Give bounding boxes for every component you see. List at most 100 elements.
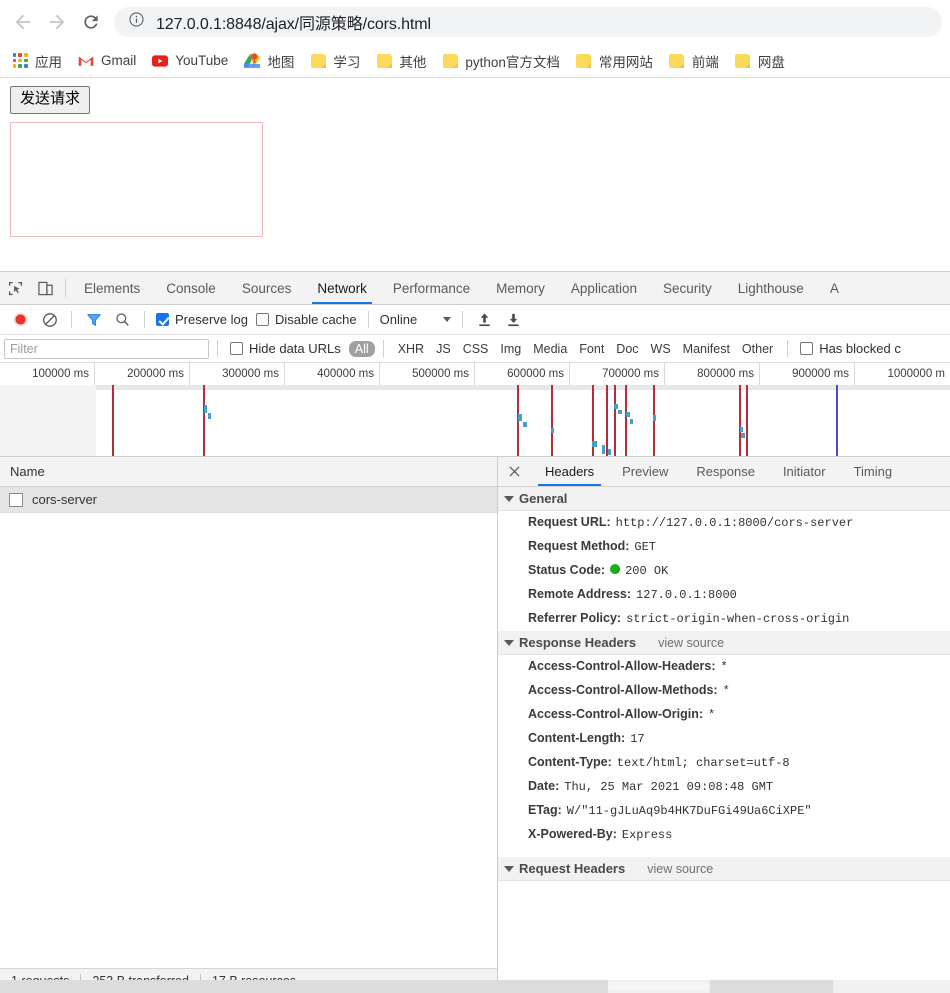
type-filter-other[interactable]: Other (736, 341, 779, 357)
request-block (523, 422, 527, 427)
request-list-pane: Name cors-server 1 requests 253 B transf… (0, 457, 498, 993)
type-filter-xhr[interactable]: XHR (392, 341, 430, 357)
table-row[interactable]: cors-server (0, 487, 497, 513)
tab-sources[interactable]: Sources (229, 272, 305, 304)
header-key: ETag: (528, 803, 562, 817)
reload-button[interactable] (74, 5, 108, 39)
checkbox-box (255, 313, 269, 326)
header-row: Date: Thu, 25 Mar 2021 09:08:48 GMT (498, 775, 950, 799)
navigation-toolbar: 127.0.0.1:8848/ajax/同源策略/cors.html (0, 0, 950, 44)
request-block (208, 413, 211, 419)
type-filter-font[interactable]: Font (573, 341, 610, 357)
preserve-log-checkbox[interactable]: Preserve log (152, 312, 252, 327)
search-icon (116, 313, 129, 326)
tab-console[interactable]: Console (153, 272, 229, 304)
type-filter-ws[interactable]: WS (645, 341, 677, 357)
throttling-select[interactable]: Online (376, 312, 456, 327)
header-value: 17 (630, 732, 645, 746)
bookmark-folder-wangpan[interactable]: 网盘 (727, 47, 793, 75)
tab-elements[interactable]: Elements (71, 272, 153, 304)
status-ok-dot-icon (610, 564, 621, 574)
record-button[interactable] (6, 307, 35, 333)
filter-button[interactable] (79, 307, 108, 333)
type-filter-media[interactable]: Media (527, 341, 573, 357)
header-key: Content-Type: (528, 755, 612, 769)
view-source-link[interactable]: view source (647, 862, 713, 876)
details-tab-headers[interactable]: Headers (531, 457, 608, 486)
details-tab-preview[interactable]: Preview (608, 457, 682, 486)
network-overview-timeline[interactable]: 100000 ms 200000 ms 300000 ms 400000 ms … (0, 363, 950, 457)
request-block (551, 428, 554, 433)
header-value[interactable]: http://127.0.0.1:8000/cors-server (616, 515, 854, 532)
tab-label: Initiator (782, 464, 826, 479)
scrollbar-thumb[interactable] (608, 982, 710, 991)
header-value: text/html; charset=utf-8 (616, 756, 790, 770)
chevron-down-icon (443, 317, 452, 322)
tab-label: Response (696, 464, 755, 479)
bookmark-youtube[interactable]: YouTube (144, 47, 236, 75)
bookmark-apps[interactable]: 应用 (4, 47, 70, 75)
type-filter-css[interactable]: CSS (457, 341, 495, 357)
section-header-general[interactable]: General (498, 487, 950, 511)
address-bar[interactable]: 127.0.0.1:8848/ajax/同源策略/cors.html (114, 7, 942, 37)
bookmark-folder-python-docs[interactable]: python官方文档 (434, 47, 568, 75)
tab-memory[interactable]: Memory (483, 272, 558, 304)
timeline-event-line (606, 385, 608, 456)
section-header-request-headers[interactable]: Request Headers view source (498, 857, 950, 881)
forward-button[interactable] (40, 5, 74, 39)
inspect-element-button[interactable] (0, 272, 30, 304)
details-tab-response[interactable]: Response (682, 457, 769, 486)
header-value: 127.0.0.1:8000 (636, 588, 737, 602)
details-tab-timing[interactable]: Timing (840, 457, 907, 486)
type-filter-manifest[interactable]: Manifest (677, 341, 736, 357)
back-button[interactable] (6, 5, 40, 39)
horizontal-scrollbar[interactable] (0, 980, 950, 993)
divider (71, 311, 72, 328)
ruler-tick: 900000 ms (760, 363, 855, 385)
export-har-button[interactable] (499, 307, 528, 333)
site-info-icon[interactable] (128, 11, 146, 33)
bookmark-folder-qianduan[interactable]: 前端 (661, 47, 727, 75)
bookmark-folder-qita[interactable]: 其他 (368, 47, 434, 75)
tab-more[interactable]: A (817, 272, 852, 304)
tab-security[interactable]: Security (650, 272, 725, 304)
type-filter-js[interactable]: JS (430, 341, 457, 357)
bookmark-label: 网盘 (757, 54, 785, 70)
hide-data-urls-label: Hide data URLs (249, 341, 341, 356)
device-toolbar-button[interactable] (30, 272, 60, 304)
import-har-button[interactable] (470, 307, 499, 333)
send-request-button[interactable]: 发送请求 (10, 86, 91, 114)
details-tab-initiator[interactable]: Initiator (769, 457, 840, 486)
disable-cache-label: Disable cache (274, 312, 357, 327)
bookmark-label: 前端 (691, 54, 719, 70)
filter-input[interactable]: Filter (4, 338, 209, 359)
section-header-response-headers[interactable]: Response Headers view source (498, 631, 950, 655)
request-block (626, 412, 630, 417)
section-title-text: Response Headers (519, 635, 637, 650)
tab-application[interactable]: Application (558, 272, 650, 304)
header-row: Remote Address: 127.0.0.1:8000 (498, 583, 950, 607)
request-list-header[interactable]: Name (0, 457, 497, 487)
bookmark-gmail[interactable]: Gmail (70, 47, 144, 75)
divider (367, 311, 369, 328)
type-filter-img[interactable]: Img (494, 341, 527, 357)
close-details-button[interactable] (498, 457, 531, 486)
type-filter-all[interactable]: All (348, 340, 375, 357)
type-filter-doc[interactable]: Doc (610, 341, 644, 357)
browser-chrome: 127.0.0.1:8848/ajax/同源策略/cors.html 应用 Gm… (0, 0, 950, 78)
hide-data-urls-checkbox[interactable]: Hide data URLs (226, 341, 345, 356)
bookmark-maps[interactable]: 地图 (236, 47, 302, 75)
tab-performance[interactable]: Performance (380, 272, 483, 304)
clear-button[interactable] (35, 307, 64, 333)
has-blocked-cookies-checkbox[interactable]: Has blocked c (796, 341, 905, 356)
request-block (741, 433, 745, 438)
disable-cache-checkbox[interactable]: Disable cache (252, 312, 361, 327)
tab-network[interactable]: Network (304, 272, 380, 304)
search-button[interactable] (108, 307, 137, 333)
view-source-link[interactable]: view source (658, 636, 724, 650)
tab-lighthouse[interactable]: Lighthouse (725, 272, 817, 304)
youtube-icon (152, 53, 169, 69)
bookmark-folder-xuexi[interactable]: 学习 (302, 47, 368, 75)
bookmark-folder-changyong[interactable]: 常用网站 (568, 47, 661, 75)
network-body: Name cors-server 1 requests 253 B transf… (0, 457, 950, 993)
